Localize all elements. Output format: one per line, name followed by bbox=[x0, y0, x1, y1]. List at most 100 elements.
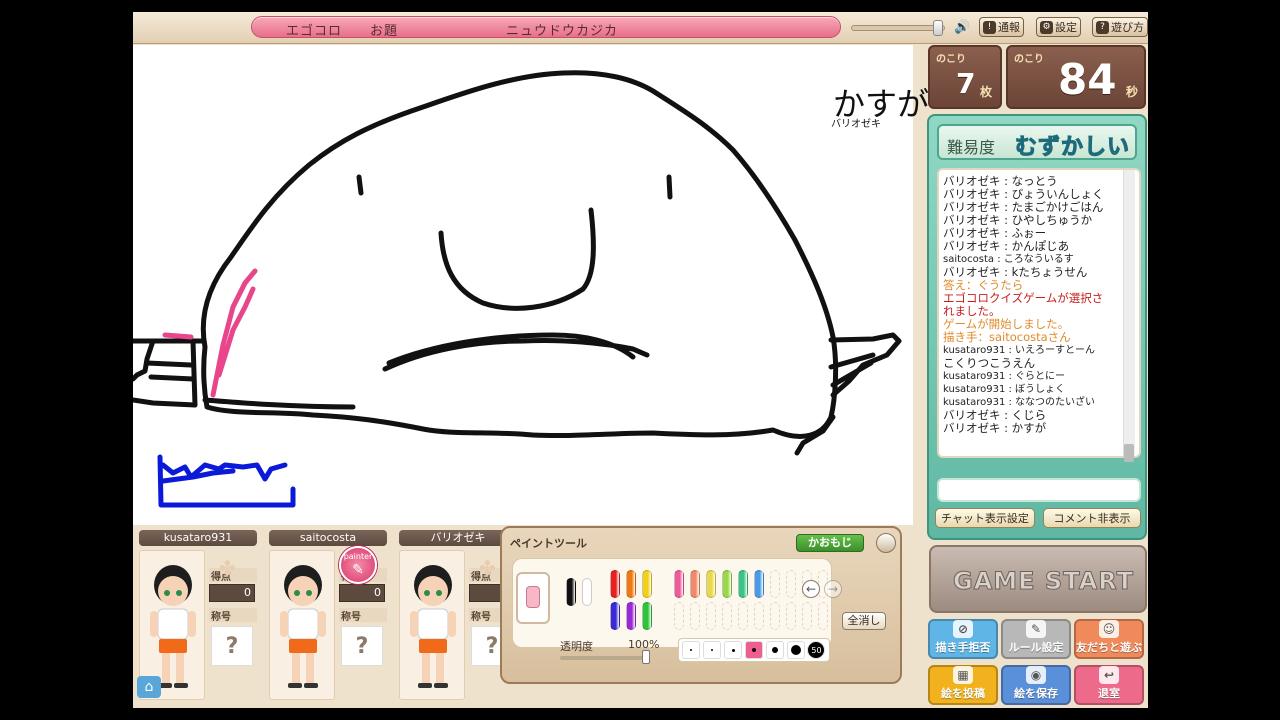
paint-tool-title: ペイントツール bbox=[510, 537, 587, 550]
drawing-svg bbox=[133, 70, 902, 508]
chat-message: kusataro931 : ぼうしょく bbox=[943, 384, 1066, 395]
chat-message: kusataro931 : ぐらとにー bbox=[943, 371, 1066, 382]
pen-slot-empty[interactable] bbox=[690, 602, 700, 630]
kaomoji-button[interactable]: かおもじ bbox=[796, 534, 864, 552]
pen-color[interactable] bbox=[642, 602, 652, 630]
brush-size-option[interactable] bbox=[786, 641, 805, 659]
difficulty-value: むずかしい bbox=[1014, 135, 1131, 161]
brush-size-option[interactable]: 50 bbox=[807, 641, 826, 659]
paint-tool-panel: ペイントツール かおもじ ← → 全消し 透明度 100% 50 bbox=[500, 526, 902, 684]
chat-message: 描き手：saitocostaさん bbox=[943, 331, 1071, 344]
topic-text: ニュウドウカジカ bbox=[506, 24, 619, 39]
left-eye-stroke bbox=[356, 174, 364, 196]
avatar bbox=[269, 550, 335, 700]
chat-message: こくりつこうえん bbox=[943, 357, 1036, 370]
opacity-control: 透明度 100% bbox=[560, 638, 659, 668]
pen-color[interactable] bbox=[690, 570, 700, 598]
remaining-cards-label: のこり bbox=[936, 54, 966, 65]
pen-color[interactable] bbox=[722, 570, 732, 598]
exit-icon: ↩ bbox=[1099, 666, 1119, 684]
undo-icon[interactable]: ← bbox=[802, 580, 820, 598]
left-fin-stroke bbox=[133, 338, 206, 408]
chat-message: バリオゼキ : びょういんしょく bbox=[943, 188, 1104, 201]
settings-label: 設定 bbox=[1055, 21, 1077, 34]
pen-color[interactable] bbox=[738, 570, 748, 598]
drawing-canvas[interactable]: かすが バリオゼキ bbox=[133, 45, 929, 525]
brush-dot bbox=[771, 647, 778, 653]
pen-color[interactable] bbox=[674, 570, 684, 598]
chat-log[interactable]: バリオゼキ : なっとう バリオゼキ : びょういんしょく バリオゼキ : たまごか… bbox=[937, 168, 1141, 458]
brush-size-option[interactable] bbox=[682, 641, 701, 659]
pencil-icon: ✎ bbox=[352, 562, 364, 578]
topic-label: お題 bbox=[370, 24, 399, 39]
pen-slot-empty[interactable] bbox=[802, 602, 812, 630]
side-button-friends[interactable]: ☺ 友だちと遊ぶ bbox=[1074, 619, 1144, 659]
player-card[interactable]: saitocosta得点0称号?painter✎ bbox=[263, 526, 389, 702]
side-button-exit[interactable]: ↩ 退室 bbox=[1074, 665, 1144, 705]
home-icon[interactable]: ⌂ bbox=[137, 676, 161, 698]
pen-slot-empty[interactable] bbox=[706, 602, 716, 630]
pen-color[interactable] bbox=[626, 570, 636, 598]
redo-icon[interactable]: → bbox=[824, 580, 842, 598]
chat-scrollbar[interactable] bbox=[1123, 170, 1135, 456]
game-window: エゴコロ お題 ニュウドウカジカ 🔊 ! 通報 ⚙ 設定 ? 遊び方 かすが バ… bbox=[133, 12, 1148, 708]
pen-slot-empty[interactable] bbox=[754, 602, 764, 630]
chat-scroll-thumb[interactable] bbox=[1124, 444, 1134, 462]
pen-color[interactable] bbox=[626, 602, 636, 630]
brush-size-option[interactable] bbox=[724, 641, 743, 659]
opacity-slider-knob[interactable] bbox=[642, 650, 650, 664]
brush-dot bbox=[790, 645, 801, 655]
side-button-label: 退室 bbox=[1098, 687, 1120, 700]
close-paint-tool-button[interactable] bbox=[876, 533, 896, 553]
pen-black[interactable] bbox=[566, 578, 576, 606]
pen-slot-empty[interactable] bbox=[722, 602, 732, 630]
pen-color[interactable] bbox=[610, 570, 620, 598]
chat-input[interactable] bbox=[937, 478, 1141, 502]
volume-slider[interactable] bbox=[851, 25, 945, 31]
remaining-time-value: 84 bbox=[1058, 55, 1117, 104]
side-button-camera[interactable]: ◉ 絵を保存 bbox=[1001, 665, 1071, 705]
pen-slot-empty[interactable] bbox=[770, 602, 780, 630]
hide-comments-button[interactable]: コメント非表示 bbox=[1043, 508, 1141, 528]
settings-button[interactable]: ⚙ 設定 bbox=[1036, 17, 1081, 37]
pen-white[interactable] bbox=[582, 578, 592, 606]
remaining-time-box: のこり 84 秒 bbox=[1006, 45, 1146, 109]
report-button[interactable]: ! 通報 bbox=[979, 17, 1024, 37]
brush-size-option[interactable] bbox=[744, 641, 763, 659]
chat-message: バリオゼキ : かんぽじあ bbox=[943, 240, 1070, 253]
difficulty-label: 難易度 bbox=[947, 138, 996, 157]
brush-size-picker: 50 bbox=[678, 638, 830, 662]
game-start-button[interactable]: GAME START bbox=[929, 545, 1147, 613]
brush-size-option[interactable] bbox=[703, 641, 722, 659]
chat-settings-button[interactable]: チャット表示設定 bbox=[935, 508, 1035, 528]
pen-slot-empty[interactable] bbox=[674, 602, 684, 630]
pen-slot-empty[interactable] bbox=[786, 570, 796, 598]
pen-color[interactable] bbox=[706, 570, 716, 598]
pen-slot-empty[interactable] bbox=[770, 570, 780, 598]
right-fin-stroke bbox=[794, 332, 902, 456]
speaker-icon[interactable]: 🔊 bbox=[954, 20, 970, 35]
blob-outline-stroke bbox=[200, 70, 839, 439]
chat-message: バリオゼキ : kたちょうせん bbox=[943, 266, 1088, 279]
side-button-post-image[interactable]: ▦ 絵を投稿 bbox=[928, 665, 998, 705]
pen-slot-empty[interactable] bbox=[818, 602, 828, 630]
opacity-slider[interactable] bbox=[560, 656, 648, 660]
brush-size-option[interactable] bbox=[765, 641, 784, 659]
side-button-label: 描き手拒否 bbox=[935, 641, 991, 654]
clear-all-button[interactable]: 全消し bbox=[842, 612, 886, 630]
side-button-wrench[interactable]: ✎ ルール設定 bbox=[1001, 619, 1071, 659]
side-button-label: 絵を保存 bbox=[1014, 687, 1058, 700]
blue-scribble-stroke bbox=[157, 454, 296, 508]
friends-icon: ☺ bbox=[1099, 620, 1119, 638]
flower-decoration-icon: ✤ bbox=[219, 556, 236, 580]
pen-slot-empty[interactable] bbox=[738, 602, 748, 630]
side-button-refuse[interactable]: ⊘ 描き手拒否 bbox=[928, 619, 998, 659]
pen-color[interactable] bbox=[754, 570, 764, 598]
eraser-tool[interactable] bbox=[516, 572, 550, 624]
help-button[interactable]: ? 遊び方 bbox=[1092, 17, 1148, 37]
pen-color[interactable] bbox=[610, 602, 620, 630]
volume-knob[interactable] bbox=[933, 20, 943, 36]
pen-slot-empty[interactable] bbox=[786, 602, 796, 630]
pen-color[interactable] bbox=[642, 570, 652, 598]
eraser-icon bbox=[526, 586, 540, 608]
